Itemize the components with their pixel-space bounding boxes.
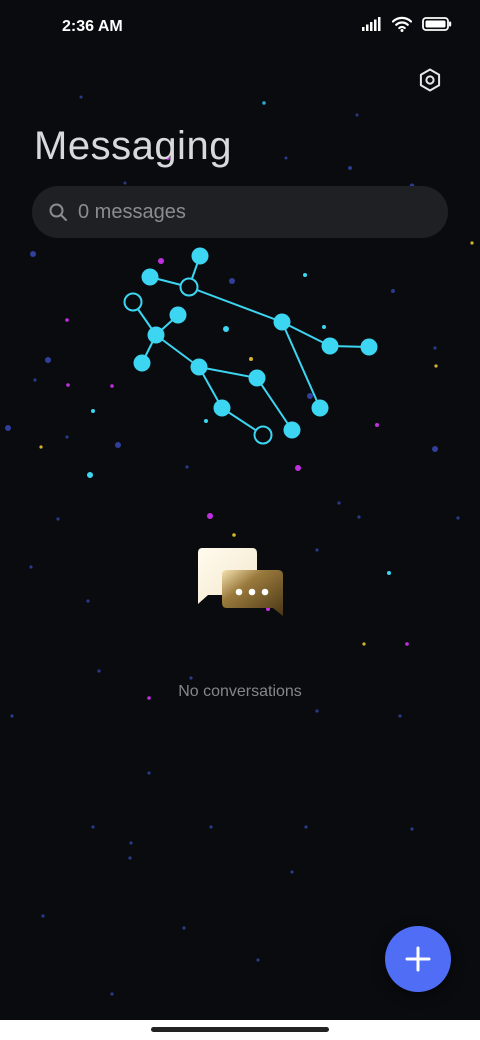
search-placeholder: 0 messages	[78, 200, 186, 223]
chat-bubbles-icon	[198, 548, 283, 616]
gear-icon	[419, 68, 441, 92]
constellation-stars	[133, 247, 378, 439]
empty-state-text: No conversations	[178, 683, 302, 700]
settings-button[interactable]	[414, 64, 446, 96]
plus-icon	[405, 946, 431, 972]
home-indicator[interactable]	[151, 1027, 329, 1032]
page-title: Messaging	[34, 124, 232, 168]
search-icon	[48, 202, 68, 222]
search-bar[interactable]: 0 messages	[32, 186, 448, 238]
new-message-button[interactable]	[385, 926, 451, 992]
